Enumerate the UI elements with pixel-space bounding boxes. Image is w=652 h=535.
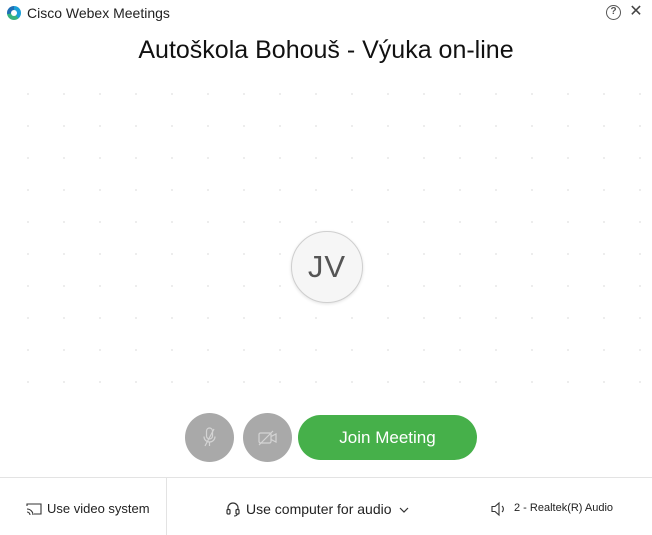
mute-button[interactable] — [185, 413, 234, 462]
bottom-bar: Use video system Use computer for audio … — [0, 477, 652, 535]
speaker-icon — [491, 501, 504, 517]
video-off-icon — [258, 430, 277, 446]
meeting-title: Autoškola Bohouš - Výuka on-line — [138, 36, 514, 64]
headset-icon — [226, 502, 240, 517]
video-button[interactable] — [243, 413, 292, 462]
avatar: JV — [291, 231, 363, 303]
app-title: Cisco Webex Meetings — [27, 5, 170, 21]
title-bar: Cisco Webex Meetings ? ✕ — [0, 0, 652, 26]
help-icon[interactable]: ? — [606, 5, 621, 20]
audio-option-label: Use computer for audio — [246, 501, 392, 517]
speaker-label: 2 - Realtek(R) Audio — [514, 502, 614, 514]
chevron-down-icon — [399, 507, 409, 513]
cast-icon — [26, 503, 42, 516]
join-meeting-button[interactable]: Join Meeting — [298, 415, 477, 460]
use-video-system-button[interactable]: Use video system — [26, 501, 150, 516]
video-system-label: Use video system — [47, 501, 150, 516]
microphone-muted-icon — [203, 427, 216, 447]
speaker-selector[interactable]: 2 - Realtek(R) Audio — [490, 501, 614, 517]
divider — [166, 478, 167, 535]
close-icon[interactable]: ✕ — [628, 3, 644, 21]
webex-logo-icon — [7, 6, 21, 20]
audio-option-dropdown[interactable]: Use computer for audio — [225, 501, 409, 517]
